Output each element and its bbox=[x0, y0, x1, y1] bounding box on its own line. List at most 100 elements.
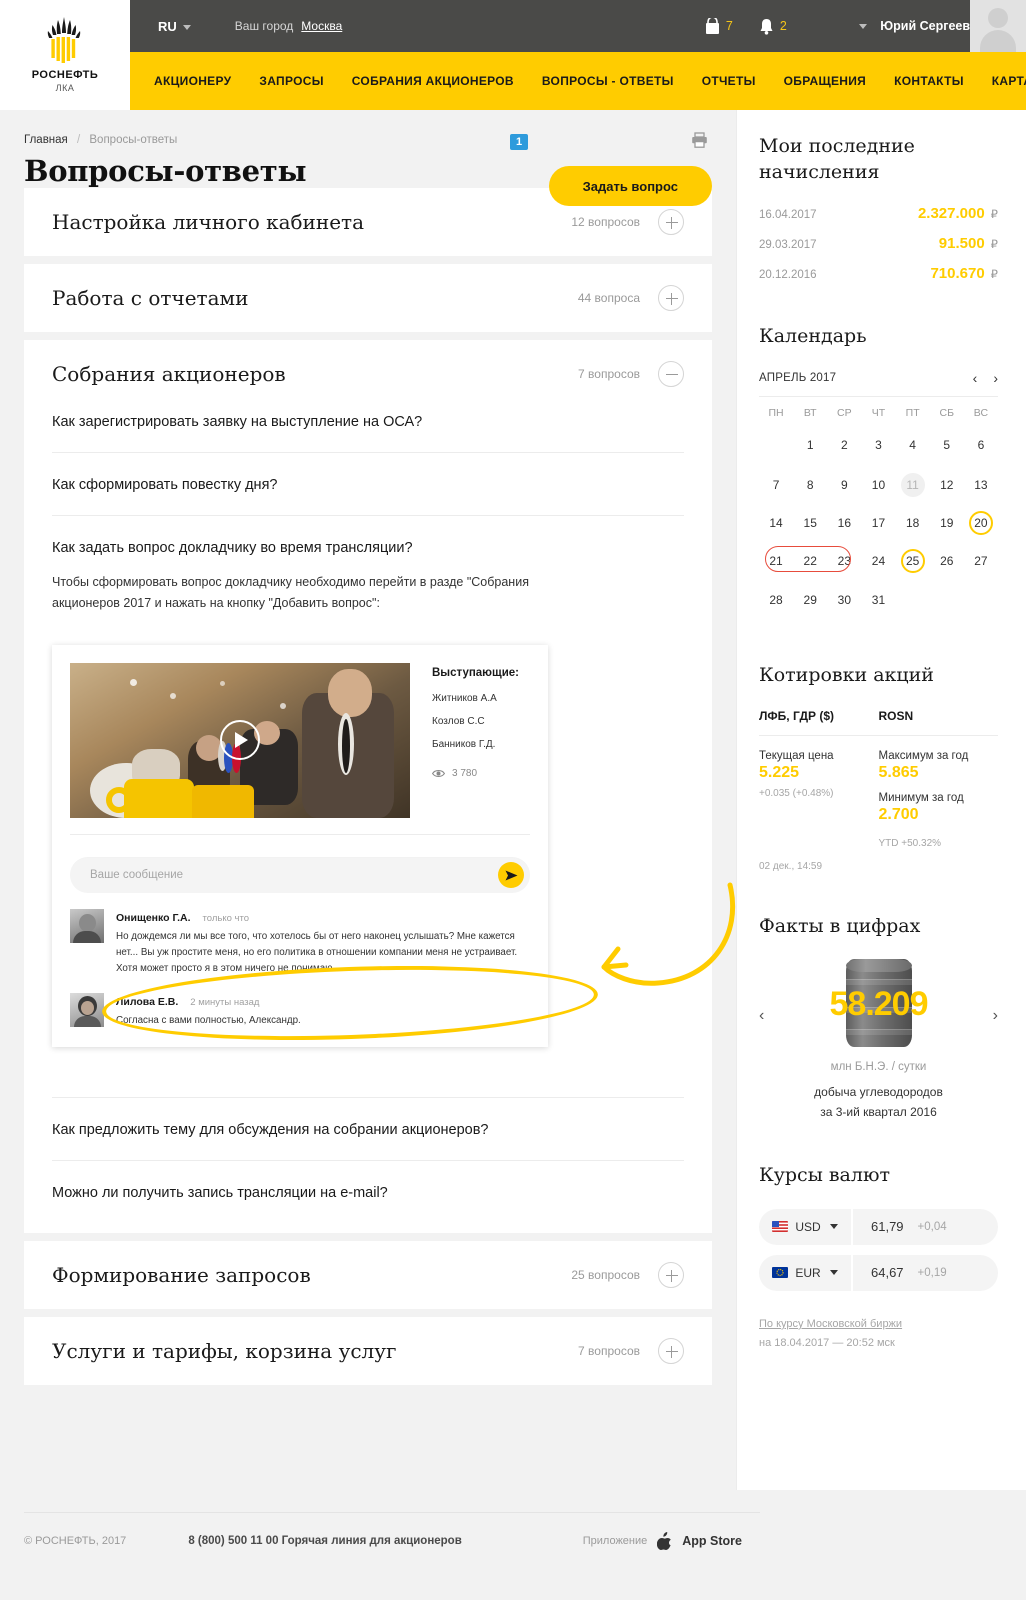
calendar-week-row: 21 22 23 24 25 26 27 bbox=[759, 542, 998, 580]
calendar-day[interactable]: 1 bbox=[793, 425, 827, 466]
footer-hotline: 8 (800) 500 11 00 Горячая линия для акци… bbox=[188, 1535, 462, 1547]
accordion-header[interactable]: Собрания акционеров 7 вопросов bbox=[24, 340, 712, 408]
calendar-day[interactable]: 7 bbox=[759, 466, 793, 504]
calendar-day[interactable]: 9 bbox=[827, 466, 861, 504]
comment-meta: Онищенко Г.А. только что bbox=[116, 909, 530, 925]
weekday-label: ВТ bbox=[803, 406, 817, 419]
accordion-header[interactable]: Формирование запросов 25 вопросов bbox=[24, 1241, 712, 1309]
calendar-day[interactable]: 2 bbox=[827, 425, 861, 466]
calendar-day[interactable]: 30 bbox=[827, 580, 861, 621]
calendar-week-row: 1 2 3 4 5 6 bbox=[759, 425, 998, 466]
calendar-day[interactable]: 4 bbox=[896, 425, 930, 466]
currency-selector-usd[interactable]: USD bbox=[759, 1208, 851, 1245]
message-input[interactable]: Ваше сообщение bbox=[90, 869, 498, 881]
calendar-day-marked[interactable]: 25 bbox=[896, 542, 930, 580]
calendar-prev-icon[interactable]: ‹ bbox=[973, 370, 978, 386]
accordion-collapse-icon[interactable] bbox=[658, 361, 684, 387]
notifications-indicator[interactable]: 2 bbox=[759, 18, 787, 35]
brand-logo[interactable]: РОСНЕФТЬ ЛКА bbox=[0, 0, 130, 110]
nav-item-contacts[interactable]: КОНТАКТЫ bbox=[894, 74, 964, 88]
question-item[interactable]: Как зарегистрировать заявку на выступлен… bbox=[52, 408, 684, 452]
footer-copyright: © РОСНЕФТЬ, 2017 bbox=[24, 1535, 127, 1547]
calendar-next-icon[interactable]: › bbox=[993, 370, 998, 386]
video-player[interactable] bbox=[70, 662, 410, 818]
user-menu[interactable]: Юрий Сергеевич bbox=[853, 19, 985, 33]
question-item[interactable]: Можно ли получить запись трансляции на e… bbox=[52, 1160, 684, 1223]
comment-avatar bbox=[70, 992, 104, 1027]
currency-widget: Курсы валют USD 61,79 +0,04 EUR 64,67 +0… bbox=[759, 1163, 998, 1352]
calendar-day[interactable]: 17 bbox=[861, 504, 895, 542]
ask-question-button[interactable]: Задать вопрос bbox=[548, 166, 712, 206]
calendar-day[interactable]: 29 bbox=[793, 580, 827, 621]
accordion-expand-icon[interactable] bbox=[658, 209, 684, 235]
question-item-expanded[interactable]: Как задать вопрос докладчику во время тр… bbox=[52, 515, 736, 1097]
avatar[interactable] bbox=[970, 0, 1026, 52]
print-button[interactable] bbox=[691, 132, 708, 153]
logo-wordmark: РОСНЕФТЬ bbox=[31, 69, 99, 81]
nav-item-meetings[interactable]: СОБРАНИЯ АКЦИОНЕРОВ bbox=[352, 74, 514, 88]
calendar-day[interactable]: 24 bbox=[861, 542, 895, 580]
calendar-day[interactable]: 18 bbox=[896, 504, 930, 542]
comment-time: только что bbox=[202, 912, 250, 924]
accordion-expand-icon[interactable] bbox=[658, 285, 684, 311]
calendar-day-range[interactable]: 23 bbox=[765, 542, 861, 580]
accordion-title: Настройка личного кабинета bbox=[52, 210, 365, 234]
accrual-row: 20.12.2016 710.670 ₽ bbox=[759, 265, 998, 282]
accordion-expand-icon[interactable] bbox=[658, 1338, 684, 1365]
accrual-currency: ₽ bbox=[990, 269, 998, 282]
nav-item-shareholder[interactable]: АКЦИОНЕРУ bbox=[154, 74, 231, 88]
calendar-week-row: 7 8 9 10 11 12 13 bbox=[759, 466, 998, 504]
calendar-day bbox=[896, 580, 930, 621]
accordion-header[interactable]: Услуги и тарифы, корзина услуг 7 вопросо… bbox=[24, 1317, 712, 1385]
calendar-day[interactable]: 10 bbox=[861, 466, 895, 504]
calendar-day[interactable]: 14 bbox=[759, 504, 793, 542]
calendar-day[interactable]: 16 bbox=[827, 504, 861, 542]
message-input-row[interactable]: Ваше сообщение bbox=[70, 856, 530, 893]
calendar-day[interactable]: 27 bbox=[964, 542, 998, 580]
calendar-grid: ПН ВТ СР ЧТ ПТ СБ ВС 1 2 3 4 5 6 7 8 9 1… bbox=[759, 395, 998, 621]
cart-icon bbox=[705, 17, 719, 34]
breadcrumb-home[interactable]: Главная bbox=[24, 134, 68, 146]
calendar-day[interactable]: 31 bbox=[861, 580, 895, 621]
language-selector[interactable]: RU bbox=[158, 19, 191, 34]
accrual-currency: ₽ bbox=[990, 209, 998, 222]
nav-item-reports[interactable]: ОТЧЕТЫ bbox=[702, 74, 756, 88]
calendar-day[interactable]: 12 bbox=[930, 466, 964, 504]
calendar-day[interactable]: 28 bbox=[759, 580, 793, 621]
nav-item-sitemap[interactable]: КАРТА ЛКА bbox=[992, 74, 1026, 88]
breadcrumb: Главная / Вопросы-ответы bbox=[0, 110, 736, 146]
accrual-amount: 710.670 bbox=[930, 265, 985, 283]
calendar-day[interactable]: 26 bbox=[930, 542, 964, 580]
facts-unit: млн Б.Н.Э. / сутки bbox=[830, 1061, 927, 1074]
annotation-arrow bbox=[601, 882, 736, 986]
play-button[interactable] bbox=[220, 720, 260, 760]
accordion-expand-icon[interactable] bbox=[658, 1262, 684, 1289]
calendar-day-today[interactable]: 11 bbox=[896, 466, 930, 504]
question-item[interactable]: Как сформировать повестку дня? bbox=[52, 452, 684, 515]
send-button[interactable] bbox=[498, 862, 524, 888]
currency-source-link[interactable]: По курсу Московской биржи bbox=[759, 1318, 902, 1330]
currency-selector-eur[interactable]: EUR bbox=[759, 1254, 851, 1291]
content-wrapper: Главная / Вопросы-ответы Вопросы-ответы … bbox=[0, 110, 1026, 1600]
footer-app-store-link[interactable]: App Store bbox=[682, 1534, 742, 1548]
cart-indicator[interactable]: 7 bbox=[705, 17, 733, 35]
calendar-day[interactable]: 5 bbox=[930, 425, 964, 466]
calendar-day[interactable]: 8 bbox=[793, 466, 827, 504]
city-value-link[interactable]: Москва bbox=[301, 19, 342, 33]
currency-source-note: По курсу Московской биржи на 18.04.2017 … bbox=[759, 1315, 998, 1352]
nav-item-faq[interactable]: ВОПРОСЫ - ОТВЕТЫ bbox=[542, 74, 674, 88]
calendar-day-marked[interactable]: 20 bbox=[964, 504, 998, 542]
calendar-day[interactable]: 19 bbox=[930, 504, 964, 542]
calendar-day[interactable]: 13 bbox=[964, 466, 998, 504]
accordion-header[interactable]: Работа с отчетами 44 вопроса bbox=[24, 264, 712, 332]
nav-item-appeals[interactable]: ОБРАЩЕНИЯ bbox=[784, 74, 866, 88]
send-icon bbox=[505, 870, 517, 880]
question-item[interactable]: Как предложить тему для обсуждения на со… bbox=[52, 1097, 684, 1160]
calendar-day[interactable]: 3 bbox=[861, 425, 895, 466]
comment-body: Лилова Е.В. 2 минуты назад Согласна с ва… bbox=[116, 993, 530, 1029]
accrual-row: 16.04.2017 2.327.000 ₽ bbox=[759, 205, 998, 222]
calendar-day[interactable]: 15 bbox=[793, 504, 827, 542]
calendar-day[interactable]: 6 bbox=[964, 425, 998, 466]
nav-item-requests[interactable]: ЗАПРОСЫ bbox=[259, 74, 323, 88]
logo-subtitle: ЛКА bbox=[55, 83, 75, 93]
